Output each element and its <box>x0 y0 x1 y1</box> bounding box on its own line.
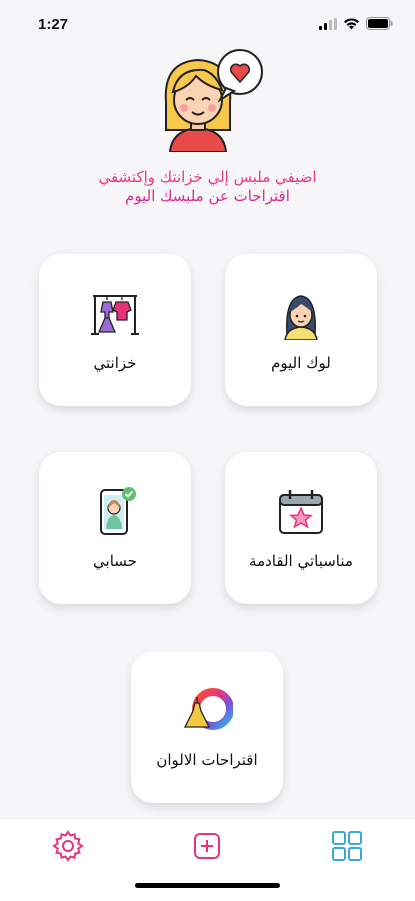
battery-icon <box>366 17 393 30</box>
upcoming-events-label: مناسباتي القادمة <box>249 552 353 570</box>
signal-icon <box>319 17 337 30</box>
account-card[interactable]: حسابي <box>39 452 191 604</box>
wardrobe-card[interactable]: خزانتي <box>39 254 191 406</box>
color-wheel-dress-icon <box>183 688 233 730</box>
wifi-icon <box>344 17 359 29</box>
status-time: 1:27 <box>38 16 69 33</box>
calendar-star-icon <box>279 490 323 534</box>
phone-profile-icon <box>100 487 136 535</box>
upcoming-events-card[interactable]: مناسباتي القادمة <box>225 452 377 604</box>
add-icon[interactable] <box>190 829 224 863</box>
status-icons <box>319 17 393 30</box>
grid-icon[interactable] <box>330 829 364 863</box>
home-indicator[interactable] <box>135 883 280 888</box>
color-suggestions-card[interactable]: اقتراحات الالوان <box>131 651 283 803</box>
today-look-card[interactable]: لوك اليوم <box>225 254 377 406</box>
settings-gear-icon[interactable] <box>51 829 85 863</box>
tab-bar <box>0 818 415 901</box>
girl-portrait-icon <box>284 295 318 340</box>
color-suggestions-label: اقتراحات الالوان <box>156 751 258 769</box>
intro-line-2: اقتراحات عن ملبسك اليوم <box>125 187 290 205</box>
wardrobe-label: خزانتي <box>93 354 137 372</box>
hero-illustration <box>0 42 415 152</box>
intro-text: اضيفي ملبس إلي خزانتك وإكتشفي اقتراحات ع… <box>40 168 375 206</box>
today-look-label: لوك اليوم <box>271 354 331 372</box>
clothes-rack-icon <box>91 295 139 335</box>
account-label: حسابي <box>93 552 137 570</box>
intro-line-1: اضيفي ملبس إلي خزانتك وإكتشفي <box>98 168 317 186</box>
girl-avatar-heart-icon <box>164 49 263 152</box>
